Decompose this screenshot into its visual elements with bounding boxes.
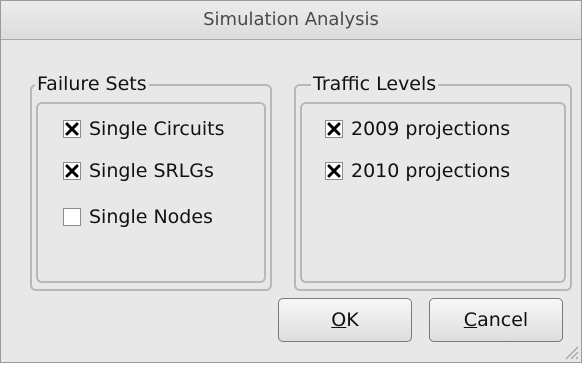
2010-projections-checkbox[interactable] [325, 162, 343, 180]
resize-grip-icon[interactable] [561, 342, 579, 360]
x-mark-icon [65, 122, 79, 136]
title-bar[interactable]: Simulation Analysis [1, 1, 581, 40]
checkbox-row-2009-projections[interactable]: 2009 projections [325, 115, 510, 143]
window-title: Simulation Analysis [203, 9, 379, 30]
2009-projections-label: 2009 projections [351, 118, 511, 140]
ok-mnemonic: O [331, 309, 347, 331]
2010-projections-label: 2010 projections [351, 160, 511, 182]
single-circuits-label: Single Circuits [89, 118, 225, 140]
checkbox-row-single-circuits[interactable]: Single Circuits [63, 115, 225, 143]
single-nodes-checkbox[interactable] [63, 208, 81, 226]
single-srlgs-checkbox[interactable] [63, 162, 81, 180]
2009-projections-checkbox[interactable] [325, 120, 343, 138]
single-circuits-checkbox[interactable] [63, 120, 81, 138]
cancel-button[interactable]: Cancel [429, 298, 563, 342]
ok-label-rest: K [346, 309, 359, 331]
ok-button[interactable]: OK [278, 298, 412, 342]
traffic-levels-legend: Traffic Levels [311, 73, 439, 95]
x-mark-icon [327, 164, 341, 178]
failure-sets-legend: Failure Sets [35, 73, 149, 95]
cancel-mnemonic: C [463, 309, 478, 331]
single-nodes-label: Single Nodes [89, 206, 213, 228]
checkbox-row-2010-projections[interactable]: 2010 projections [325, 157, 510, 185]
single-srlgs-label: Single SRLGs [89, 160, 214, 182]
checkbox-row-single-srlgs[interactable]: Single SRLGs [63, 157, 214, 185]
simulation-analysis-dialog: Simulation Analysis Failure Sets Single … [0, 0, 582, 363]
cancel-label-rest: ancel [477, 309, 529, 331]
x-mark-icon [65, 164, 79, 178]
checkbox-row-single-nodes[interactable]: Single Nodes [63, 203, 213, 231]
x-mark-icon [327, 122, 341, 136]
